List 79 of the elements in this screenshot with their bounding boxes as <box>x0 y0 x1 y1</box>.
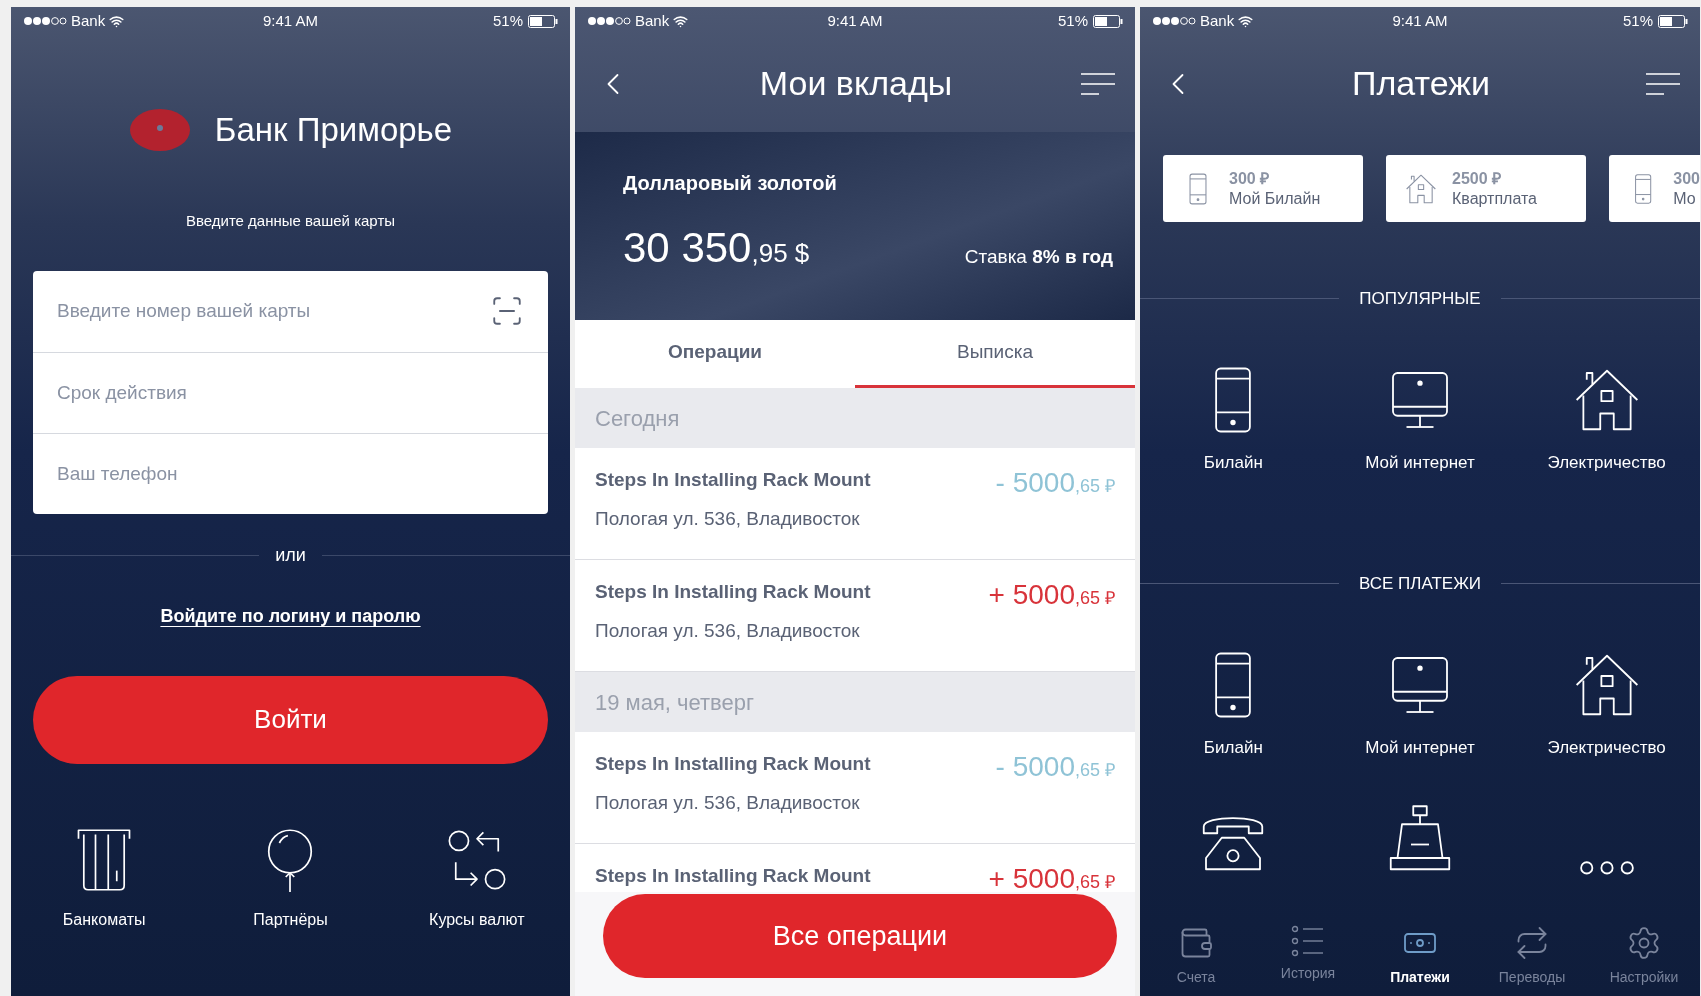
battery-icon <box>528 14 558 28</box>
transaction-title: Steps In Installing Rack Mount <box>595 468 871 492</box>
menu-icon[interactable] <box>1646 71 1680 96</box>
section-heading: ВСЕ ПЛАТЕЖИ <box>1358 573 1482 595</box>
section-heading: ПОПУЛЯРНЫЕ <box>1359 288 1481 310</box>
battery-percent: 51% <box>1057 10 1088 31</box>
transaction-address: Пологая ул. 536, Владивосток <box>595 790 861 815</box>
payment-name: Мой Билайн <box>1229 188 1321 209</box>
transaction-row[interactable]: Steps In Installing Rack Mount Пологая ул. 536, Владивосток - 5000,65 ₽ <box>575 732 1135 844</box>
payment-amount: 2500 ₽ <box>1452 168 1503 189</box>
deposit-name: Долларовый золотой <box>623 171 838 196</box>
divider-label: или <box>275 543 306 567</box>
login-button[interactable]: Войти <box>33 675 548 764</box>
payment-amount: 300 ₽ <box>1229 168 1271 189</box>
input-field[interactable]: Введите номер вашей карты <box>57 291 482 331</box>
tab-bar-item[interactable]: Платежи <box>1364 925 1476 988</box>
transaction-row[interactable]: Steps In Installing Rack Mount Пологая ул. 536, Владивосток - 5000,65 ₽ <box>575 448 1135 560</box>
battery-percent: 51% <box>492 10 523 31</box>
payment-category[interactable]: Билайн <box>1140 363 1327 475</box>
transaction-title: Steps In Installing Rack Mount <box>595 864 871 888</box>
payment-category[interactable]: Электричество <box>1513 648 1700 760</box>
shortcut-button[interactable]: Курсы валют <box>383 825 570 932</box>
recent-payment-card[interactable]: 2500 ₽ Квартплата <box>1386 155 1586 222</box>
carrier-name: Bank <box>71 10 106 31</box>
date-section-header: 19 мая, четверг <box>575 672 1135 732</box>
deposit-balance: 30 350,95 $ <box>623 223 810 273</box>
menu-icon[interactable] <box>1081 71 1115 96</box>
scan-icon[interactable] <box>490 294 524 328</box>
screen-title: Платежи <box>1352 63 1490 104</box>
wifi-icon <box>673 13 689 29</box>
bank-name: Банк Приморье <box>214 110 453 151</box>
transaction-amount: - 5000,65 ₽ <box>995 750 1115 784</box>
input-field[interactable]: Срок действия <box>57 372 524 413</box>
wifi-icon <box>1238 13 1254 29</box>
transaction-title: Steps In Installing Rack Mount <box>595 580 871 604</box>
recent-payment-card[interactable]: 300 ₽ Мой Билайн <box>1163 155 1363 222</box>
signal-dots-icon <box>587 16 631 26</box>
payment-category[interactable]: Билайн <box>1140 648 1327 760</box>
all-operations-button[interactable]: Все операции <box>603 894 1117 978</box>
payment-category[interactable]: Электричество <box>1513 363 1700 475</box>
recent-payment-card[interactable]: 300 Мо <box>1609 155 1700 222</box>
status-time: 9:41 AM <box>1392 10 1448 31</box>
carrier-name: Bank <box>635 10 670 31</box>
tab-bar-item[interactable]: Счета <box>1140 925 1252 988</box>
payment-category[interactable]: Мой интернет <box>1326 648 1514 760</box>
tab[interactable]: Операции <box>575 320 855 388</box>
tab-bar-item[interactable]: История <box>1252 925 1364 988</box>
transaction-address: Пологая ул. 536, Владивосток <box>595 506 861 531</box>
transaction-title: Steps In Installing Rack Mount <box>595 752 871 776</box>
tab-bar-item[interactable]: Настройки <box>1588 925 1700 988</box>
shortcut-button[interactable]: Банкоматы <box>11 825 198 932</box>
input-field[interactable]: Ваш телефон <box>57 453 524 494</box>
date-section-header: Сегодня <box>575 388 1135 448</box>
logo-icon <box>128 108 191 152</box>
carrier-name: Bank <box>1200 10 1235 31</box>
signal-dots-icon <box>23 16 67 26</box>
battery-icon <box>1093 14 1123 28</box>
payment-name: Мо <box>1673 188 1697 209</box>
tab-bar-item[interactable]: Переводы <box>1476 925 1588 988</box>
payment-name: Квартплата <box>1452 188 1537 209</box>
battery-icon <box>1658 14 1688 28</box>
battery-percent: 51% <box>1622 10 1653 31</box>
screen-title: Мои вклады <box>759 63 953 104</box>
list-icon <box>1291 925 1325 957</box>
transaction-amount: - 5000,65 ₽ <box>995 466 1115 500</box>
transaction-row[interactable]: Steps In Installing Rack Mount + 5000,65 ₽ <box>575 844 1135 892</box>
transaction-row[interactable]: Steps In Installing Rack Mount Пологая ул. 536, Владивосток + 5000,65 ₽ <box>575 560 1135 672</box>
interest-rate: Ставка 8% в год <box>964 244 1113 269</box>
shortcut-button[interactable]: Партнёры <box>197 825 384 932</box>
signal-dots-icon <box>1152 16 1196 26</box>
payment-category[interactable]: Мой интернет <box>1326 363 1514 475</box>
payment-amount: 300 <box>1673 168 1700 189</box>
status-time: 9:41 AM <box>827 10 883 31</box>
status-time: 9:41 AM <box>262 10 318 31</box>
transaction-address: Пологая ул. 536, Владивосток <box>595 618 861 643</box>
card-prompt: Введите данные вашей карты <box>185 211 396 231</box>
wifi-icon <box>109 13 125 29</box>
transaction-amount: + 5000,65 ₽ <box>988 578 1115 612</box>
login-link[interactable]: Войдите по логину и паролю <box>160 602 421 630</box>
